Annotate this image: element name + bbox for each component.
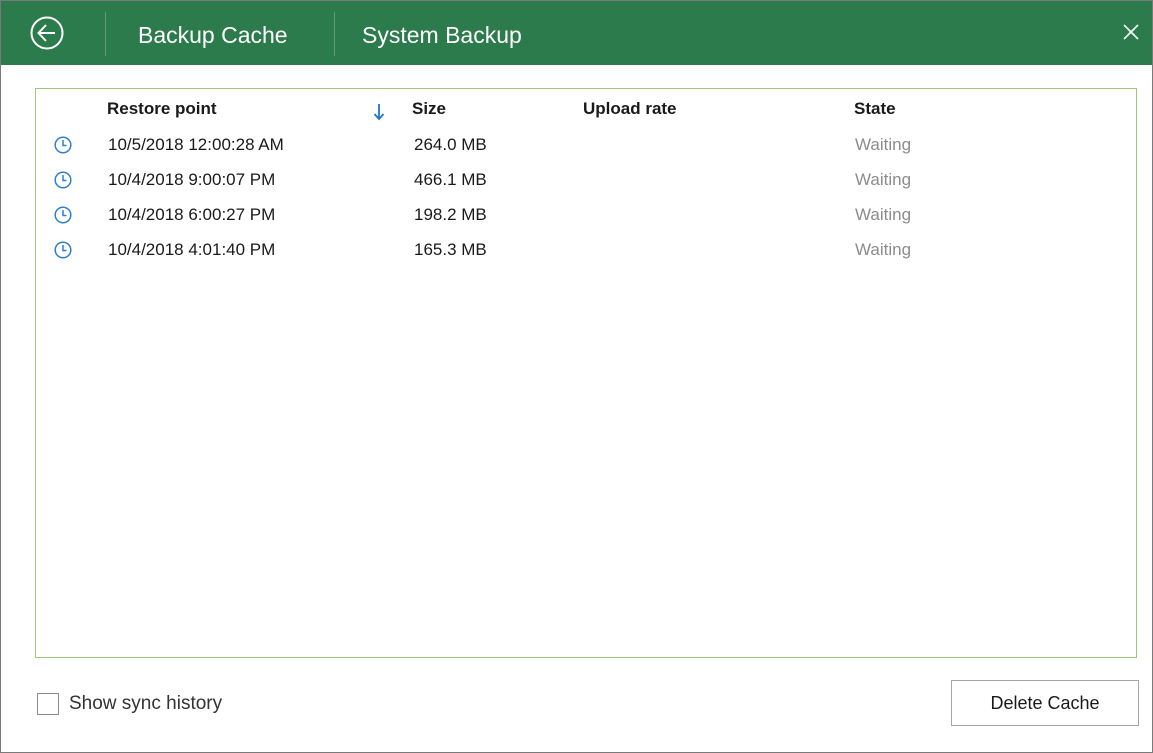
size-cell: 264.0 MB xyxy=(414,135,487,154)
size-cell: 466.1 MB xyxy=(414,170,487,189)
state-cell: Waiting xyxy=(855,205,912,224)
title-separator xyxy=(334,12,335,56)
clock-icon xyxy=(53,240,73,260)
show-sync-history-label[interactable]: Show sync history xyxy=(69,693,222,715)
state-cell: Waiting xyxy=(855,135,912,154)
restore-point-cell: 10/4/2018 6:00:27 PM xyxy=(108,205,276,224)
clock-icon xyxy=(53,205,73,225)
close-icon[interactable] xyxy=(1120,21,1142,43)
title-bar: Backup Cache System Backup xyxy=(1,1,1152,65)
back-arrow-circle-icon[interactable] xyxy=(29,15,65,51)
table-row[interactable]: 10/4/2018 9:00:07 PM 466.1 MB Waiting xyxy=(36,163,1136,197)
size-cell: 165.3 MB xyxy=(414,240,487,259)
state-cell: Waiting xyxy=(855,170,912,189)
show-sync-history-checkbox[interactable] xyxy=(37,693,59,715)
backup-cache-window: Backup Cache System Backup Restore point… xyxy=(0,0,1153,753)
size-cell: 198.2 MB xyxy=(414,205,487,224)
column-header-restore-point[interactable]: Restore point xyxy=(107,98,217,120)
table-row[interactable]: 10/5/2018 12:00:28 AM 264.0 MB Waiting xyxy=(36,128,1136,162)
delete-cache-button[interactable]: Delete Cache xyxy=(951,680,1139,726)
restore-point-cell: 10/4/2018 4:01:40 PM xyxy=(108,240,276,259)
clock-icon xyxy=(53,135,73,155)
clock-icon xyxy=(53,170,73,190)
restore-point-cell: 10/4/2018 9:00:07 PM xyxy=(108,170,276,189)
title-separator xyxy=(105,12,106,56)
state-cell: Waiting xyxy=(855,240,912,259)
sort-descending-arrow-icon[interactable] xyxy=(373,103,385,121)
column-header-upload-rate[interactable]: Upload rate xyxy=(583,98,677,120)
column-header-state[interactable]: State xyxy=(854,98,896,120)
restore-points-list[interactable]: Restore point Size Upload rate State 10/… xyxy=(35,88,1137,658)
table-row[interactable]: 10/4/2018 6:00:27 PM 198.2 MB Waiting xyxy=(36,198,1136,232)
restore-point-cell: 10/5/2018 12:00:28 AM xyxy=(108,135,284,154)
breadcrumb-backup-cache[interactable]: Backup Cache xyxy=(138,21,288,49)
table-row[interactable]: 10/4/2018 4:01:40 PM 165.3 MB Waiting xyxy=(36,233,1136,267)
column-header-size[interactable]: Size xyxy=(412,98,446,120)
breadcrumb-system-backup: System Backup xyxy=(362,22,522,48)
